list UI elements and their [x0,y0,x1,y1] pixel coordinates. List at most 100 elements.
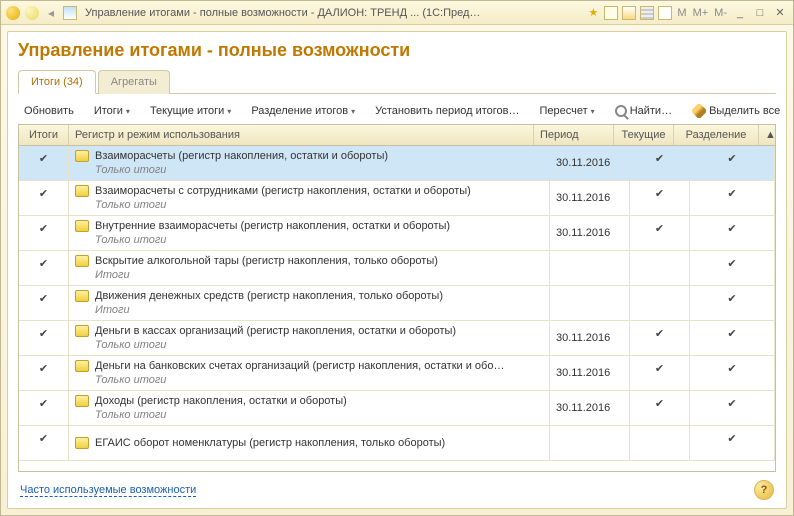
cell-split-check[interactable]: ✔ [690,426,775,460]
common-features-link[interactable]: Часто используемые возможности [20,484,196,497]
cell-current-check[interactable] [630,426,690,460]
memory-m-plus[interactable]: M+ [691,5,711,21]
header-scroll-gap: ▲ [759,125,775,145]
toolbar: Обновить Итоги Текущие итоги Разделение … [18,98,776,124]
history-back-icon[interactable]: ◂ [43,5,59,21]
cell-itogi-check[interactable]: ✔ [19,286,69,320]
set-period-button[interactable]: Установить период итогов… [369,103,525,119]
register-name: Деньги в кассах организаций (регистр нак… [95,325,456,337]
current-totals-dropdown[interactable]: Текущие итоги [144,103,237,119]
cell-split-check[interactable]: ✔ [690,286,775,320]
calculator-icon[interactable] [639,5,655,21]
cell-current-check[interactable]: ✔ [630,146,690,180]
register-icon [75,325,89,337]
cell-register: Доходы (регистр накопления, остатки и об… [69,391,550,425]
cell-register: Взаиморасчеты с сотрудниками (регистр на… [69,181,550,215]
header-period[interactable]: Период [534,125,614,145]
table-row[interactable]: ✔ЕГАИС оборот номенклатуры (регистр нако… [19,426,775,461]
cell-current-check[interactable] [630,251,690,285]
help-icon[interactable]: ? [754,480,774,500]
tab-aggregates[interactable]: Агрегаты [98,70,170,94]
find-button[interactable]: Найти… [609,103,678,119]
table-row[interactable]: ✔ Деньги в кассах организаций (регистр на… [19,321,775,356]
select-all-label: Выделить все [709,105,780,117]
cell-period: 30.11.2016 [550,181,630,215]
register-name: Внутренние взаиморасчеты (регистр накопл… [95,220,450,232]
split-totals-dropdown[interactable]: Разделение итогов [245,103,361,119]
table-row[interactable]: ✔ Деньги на банковских счетах организаций… [19,356,775,391]
page-title: Управление итогами - полные возможности [18,40,776,61]
register-name: Движения денежных средств (регистр накоп… [95,290,443,302]
register-mode: Только итоги [95,234,543,246]
register-name: Деньги на банковских счетах организаций … [95,360,504,372]
toolbar-icon-2[interactable] [621,5,637,21]
app-icon-2 [24,5,40,21]
wand-icon [692,104,706,118]
cell-itogi-check[interactable]: ✔ [19,426,69,460]
cell-current-check[interactable]: ✔ [630,216,690,250]
content-area: Управление итогами - полные возможности … [7,31,787,509]
cell-split-check[interactable]: ✔ [690,391,775,425]
header-register[interactable]: Регистр и режим использования [69,125,534,145]
table-row[interactable]: ✔ Вскрытие алкогольной тары (регистр нако… [19,251,775,286]
register-name: Вскрытие алкогольной тары (регистр накоп… [95,255,438,267]
cell-itogi-check[interactable]: ✔ [19,356,69,390]
cell-itogi-check[interactable]: ✔ [19,216,69,250]
header-split[interactable]: Разделение [674,125,759,145]
cell-current-check[interactable]: ✔ [630,181,690,215]
register-mode: Итоги [95,269,543,281]
recalc-dropdown[interactable]: Пересчет [534,103,601,119]
cell-split-check[interactable]: ✔ [690,251,775,285]
register-icon [75,150,89,162]
cell-split-check[interactable]: ✔ [690,321,775,355]
cell-current-check[interactable]: ✔ [630,391,690,425]
cell-split-check[interactable]: ✔ [690,146,775,180]
cell-split-check[interactable]: ✔ [690,181,775,215]
toolbar-icon-1[interactable] [603,5,619,21]
register-mode: Только итоги [95,164,543,176]
cell-itogi-check[interactable]: ✔ [19,391,69,425]
grid-body[interactable]: ✔Взаиморасчеты (регистр накопления, оста… [19,146,775,471]
table-row[interactable]: ✔ Движения денежных средств (регистр нако… [19,286,775,321]
table-row[interactable]: ✔ Внутренние взаиморасчеты (регистр накоп… [19,216,775,251]
memory-m[interactable]: M [675,5,688,21]
header-current[interactable]: Текущие [614,125,674,145]
register-icon [75,220,89,232]
cell-itogi-check[interactable]: ✔ [19,251,69,285]
totals-icon [62,5,78,21]
table-row[interactable]: ✔Доходы (регистр накопления, остатки и о… [19,391,775,426]
search-icon [615,105,627,117]
itogi-dropdown[interactable]: Итоги [88,103,136,119]
cell-itogi-check[interactable]: ✔ [19,321,69,355]
register-icon [75,255,89,267]
favorite-icon[interactable]: ★ [585,5,601,21]
find-label: Найти… [630,105,672,117]
footer: Часто используемые возможности ? [18,472,776,502]
cell-register: Вскрытие алкогольной тары (регистр накоп… [69,251,550,285]
tabstrip: Итоги (34)Агрегаты [18,69,776,94]
cell-current-check[interactable]: ✔ [630,356,690,390]
calendar-icon[interactable] [657,5,673,21]
cell-period: 30.11.2016 [550,216,630,250]
table-row[interactable]: ✔Взаиморасчеты с сотрудниками (регистр н… [19,181,775,216]
tab-itogi[interactable]: Итоги (34) [18,70,96,94]
header-itogi[interactable]: Итоги [19,125,69,145]
app-icon-1 [5,5,21,21]
refresh-button[interactable]: Обновить [18,103,80,119]
cell-split-check[interactable]: ✔ [690,216,775,250]
cell-period: 30.11.2016 [550,356,630,390]
memory-m-minus[interactable]: M- [712,5,729,21]
minimize-button[interactable]: _ [731,5,749,21]
cell-itogi-check[interactable]: ✔ [19,181,69,215]
cell-period [550,426,630,460]
cell-current-check[interactable]: ✔ [630,321,690,355]
register-mode: Итоги [95,304,543,316]
maximize-button[interactable]: □ [751,5,769,21]
close-button[interactable]: ✕ [771,5,789,21]
register-icon [75,395,89,407]
cell-itogi-check[interactable]: ✔ [19,146,69,180]
cell-split-check[interactable]: ✔ [690,356,775,390]
select-all-button[interactable]: Выделить все [686,102,786,120]
table-row[interactable]: ✔Взаиморасчеты (регистр накопления, оста… [19,146,775,181]
cell-current-check[interactable] [630,286,690,320]
